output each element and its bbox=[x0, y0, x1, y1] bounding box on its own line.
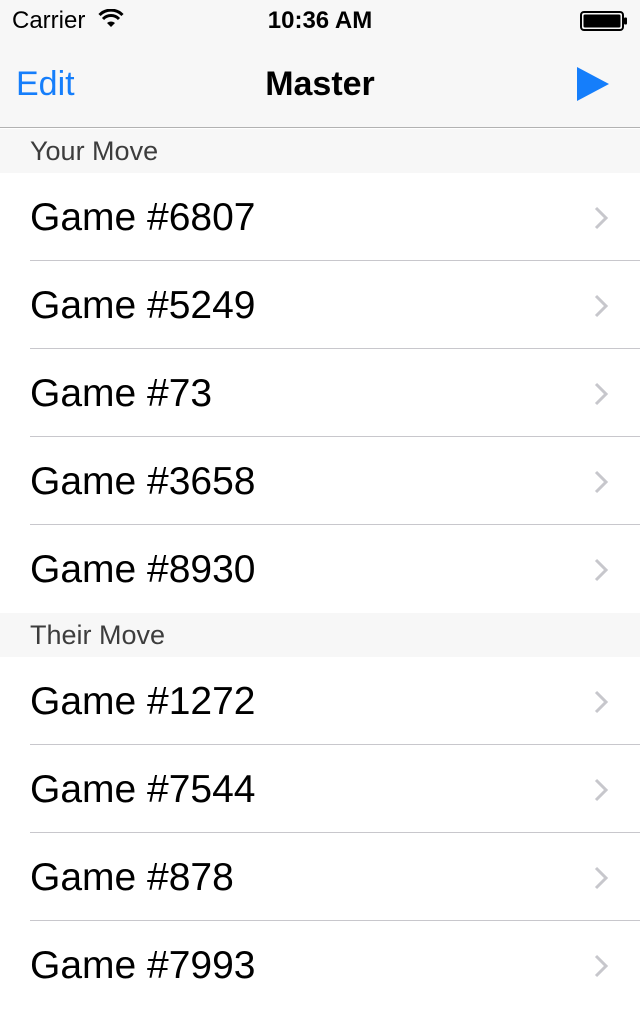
chevron-right-icon bbox=[594, 954, 609, 978]
table-row[interactable]: Game #878 bbox=[0, 833, 640, 921]
row-label: Game #7544 bbox=[30, 768, 256, 811]
chevron-right-icon bbox=[594, 866, 609, 890]
table-row[interactable]: Game #3658 bbox=[0, 437, 640, 525]
table-row[interactable]: Game #1272 bbox=[0, 657, 640, 745]
row-label: Game #73 bbox=[30, 372, 213, 415]
row-label: Game #878 bbox=[30, 856, 234, 899]
page-title: Master bbox=[265, 65, 375, 103]
play-icon[interactable] bbox=[572, 64, 612, 104]
battery-icon bbox=[580, 11, 627, 31]
row-label: Game #8930 bbox=[30, 548, 256, 591]
chevron-right-icon bbox=[594, 690, 609, 714]
section-header-their-move: Their Move bbox=[0, 613, 640, 657]
navigation-bar: Edit Master bbox=[0, 40, 640, 128]
table-row[interactable]: Game #7993 bbox=[0, 921, 640, 1009]
row-label: Game #1272 bbox=[30, 680, 256, 723]
chevron-right-icon bbox=[594, 294, 609, 318]
section-header-your-move: Your Move bbox=[0, 129, 640, 173]
row-label: Game #6807 bbox=[30, 196, 256, 239]
chevron-right-icon bbox=[594, 558, 609, 582]
table-row[interactable]: Game #73 bbox=[0, 349, 640, 437]
chevron-right-icon bbox=[594, 470, 609, 494]
row-label: Game #5249 bbox=[30, 284, 256, 327]
table-row[interactable]: Game #8930 bbox=[0, 525, 640, 613]
row-label: Game #7993 bbox=[30, 944, 256, 987]
table-row[interactable]: Game #5249 bbox=[0, 261, 640, 349]
status-bar: Carrier 10:36 AM bbox=[0, 0, 640, 40]
table-row[interactable]: Game #7544 bbox=[0, 745, 640, 833]
row-label: Game #3658 bbox=[30, 460, 256, 503]
table-row[interactable]: Game #6807 bbox=[0, 173, 640, 261]
chevron-right-icon bbox=[594, 206, 609, 230]
chevron-right-icon bbox=[594, 382, 609, 406]
chevron-right-icon bbox=[594, 778, 609, 802]
status-time: 10:36 AM bbox=[267, 7, 373, 34]
